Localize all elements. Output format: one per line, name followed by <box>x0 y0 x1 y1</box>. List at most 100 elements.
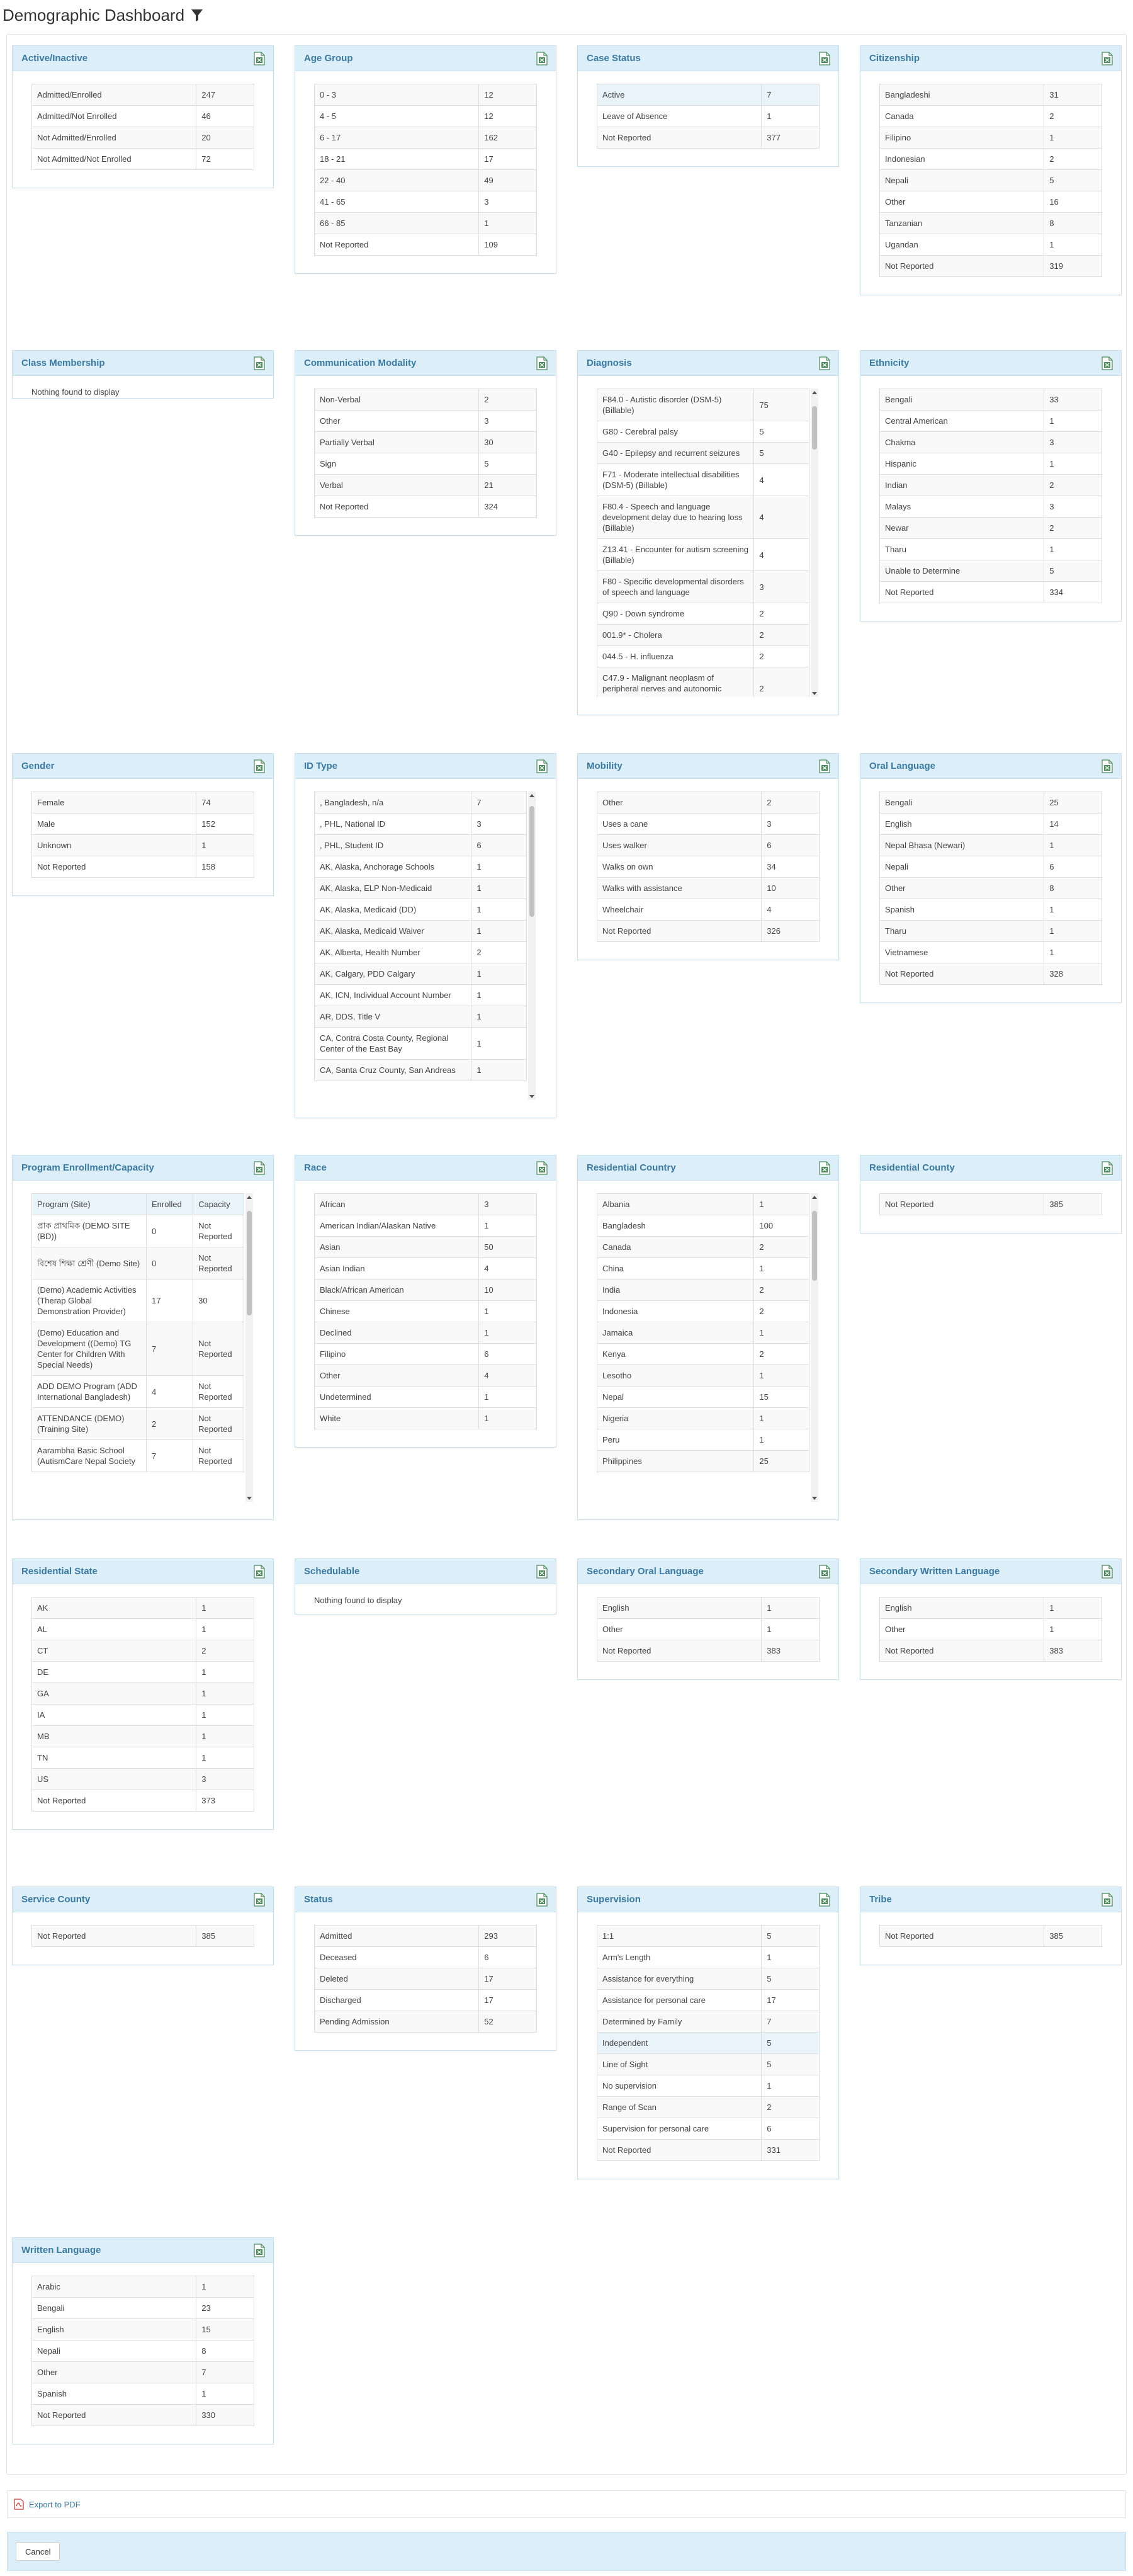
scroll-up-arrow[interactable] <box>245 1193 253 1201</box>
row-count: 17 <box>761 1989 820 2011</box>
scroll-area[interactable]: F84.0 - Autistic disorder (DSM-5) (Billa… <box>597 389 820 697</box>
scroll-down-arrow[interactable] <box>245 1494 253 1502</box>
excel-export-icon[interactable] <box>253 2243 266 2257</box>
excel-export-icon[interactable] <box>536 759 548 773</box>
scrollbar[interactable] <box>528 792 536 1100</box>
panel-residential-state: Residential State AK 1 AL 1 CT 2 DE 1 GA 1 IA 1 MB 1 TN… <box>12 1558 274 1830</box>
row-label: Other <box>596 792 762 814</box>
cancel-button[interactable]: Cancel <box>16 2542 60 2561</box>
row-count: 2 <box>761 2096 820 2118</box>
page-title-text: Demographic Dashboard <box>3 5 185 25</box>
scroll-thumb[interactable] <box>247 1210 252 1316</box>
row-count: 383 <box>761 1640 820 1662</box>
row-count: 385 <box>1044 1925 1102 1947</box>
scroll-up-arrow[interactable] <box>811 389 818 396</box>
table-row: 41 - 65 3 <box>313 191 537 213</box>
pdf-icon[interactable] <box>14 2499 24 2510</box>
excel-export-icon[interactable] <box>1101 1564 1113 1579</box>
scroll-thumb[interactable] <box>812 406 817 450</box>
row-count: 319 <box>1044 255 1102 277</box>
excel-export-icon[interactable] <box>818 356 831 370</box>
scroll-down-arrow[interactable] <box>811 1494 818 1502</box>
row-label: Not Reported <box>596 920 762 942</box>
excel-export-icon[interactable] <box>536 1564 548 1579</box>
excel-export-icon[interactable] <box>1101 51 1113 65</box>
excel-export-icon[interactable] <box>818 759 831 773</box>
excel-export-icon[interactable] <box>536 1160 548 1175</box>
table-row: Wheelchair 4 <box>596 899 820 921</box>
row-label: Active <box>596 84 762 106</box>
table-row: Bengali 25 <box>879 792 1102 814</box>
scroll-thumb[interactable] <box>529 806 534 917</box>
excel-export-icon[interactable] <box>536 51 548 65</box>
scroll-area[interactable]: , Bangladesh, n/a 7, PHL, National ID 3, P… <box>314 792 537 1100</box>
excel-export-icon[interactable] <box>1101 356 1113 370</box>
panel-body: , Bangladesh, n/a 7, PHL, National ID 3, P… <box>295 779 556 1118</box>
table-row: 66 - 85 1 <box>313 212 537 234</box>
row-label: Nepali <box>879 856 1045 878</box>
export-to-pdf-link[interactable]: Export to PDF <box>29 2500 81 2509</box>
panel-header: Residential Country <box>578 1155 838 1181</box>
row-label: Indonesia <box>597 1300 755 1322</box>
table-row: Unknown 1 <box>31 834 254 856</box>
excel-export-icon[interactable] <box>253 1160 266 1175</box>
excel-export-icon[interactable] <box>253 51 266 65</box>
row-count: 3 <box>478 191 537 213</box>
panel-body: Admitted 293 Deceased 6 Deleted 17 Discharged 1… <box>295 1912 556 2050</box>
table-cell: 0 <box>145 1247 194 1279</box>
table-cell: প্রাক প্রাথমিক (DEMO SITE (BD)) <box>31 1215 147 1247</box>
row-count: 1 <box>196 1597 254 1619</box>
excel-export-icon[interactable] <box>1101 759 1113 773</box>
excel-export-icon[interactable] <box>1101 1160 1113 1175</box>
filter-icon[interactable] <box>191 8 203 22</box>
table-row: Not Admitted/Enrolled 20 <box>31 127 254 149</box>
scroll-area[interactable]: Albania 1 Bangladesh 100 Canada 2 China 1 India 2… <box>597 1193 820 1502</box>
table-row: Not Reported 385 <box>879 1193 1102 1215</box>
table-row: Other 1 <box>879 1618 1102 1640</box>
row-count: 1 <box>761 1946 820 1968</box>
table-row: AK, ICN, Individual Account Number 1 <box>314 984 527 1006</box>
excel-export-icon[interactable] <box>253 759 266 773</box>
row-count: 17 <box>478 1968 537 1990</box>
scroll-down-arrow[interactable] <box>811 689 818 697</box>
excel-export-icon[interactable] <box>818 51 831 65</box>
row-label: 22 - 40 <box>313 169 480 191</box>
excel-export-icon[interactable] <box>253 1892 266 1907</box>
panel-header: Residential State <box>13 1559 273 1584</box>
scrollbar[interactable] <box>245 1193 253 1502</box>
scrollbar[interactable] <box>811 389 818 697</box>
row-label: AR, DDS, Title V <box>314 1006 472 1028</box>
row-label: AK, Alaska, Medicaid Waiver <box>314 920 472 942</box>
table-row: Admitted 293 <box>313 1925 537 1947</box>
scroll-up-arrow[interactable] <box>811 1193 818 1201</box>
row-count: 7 <box>471 792 527 814</box>
panel-title: Active/Inactive <box>21 53 88 64</box>
row-label: 6 - 17 <box>313 127 480 149</box>
excel-export-icon[interactable] <box>818 1160 831 1175</box>
panel-title: Citizenship <box>869 53 920 64</box>
excel-export-icon[interactable] <box>1101 1892 1113 1907</box>
excel-export-icon[interactable] <box>253 356 266 370</box>
panel-diagnosis: Diagnosis F84.0 - Autistic disorder (DSM-… <box>577 350 839 715</box>
row-label: African <box>313 1193 480 1215</box>
row-count: 2 <box>1044 517 1102 539</box>
scroll-area[interactable]: Program (Site) Enrolled Capacity প্রাক প্রা… <box>31 1193 254 1502</box>
scroll-down-arrow[interactable] <box>528 1092 536 1100</box>
data-table: , Bangladesh, n/a 7, PHL, National ID 3, P… <box>314 792 527 1081</box>
scroll-thumb[interactable] <box>812 1210 817 1281</box>
scrollbar[interactable] <box>811 1193 818 1502</box>
table-row: , PHL, Student ID 6 <box>314 834 527 856</box>
scroll-up-arrow[interactable] <box>528 792 536 799</box>
action-bar: Cancel <box>7 2532 1126 2571</box>
row-label: AK, Calgary, PDD Calgary <box>314 963 472 985</box>
row-count: 14 <box>1044 813 1102 835</box>
excel-export-icon[interactable] <box>536 1892 548 1907</box>
table-row: Not Reported 385 <box>31 1925 254 1947</box>
excel-export-icon[interactable] <box>536 356 548 370</box>
row-label: Male <box>31 813 197 835</box>
excel-export-icon[interactable] <box>818 1564 831 1579</box>
excel-export-icon[interactable] <box>253 1564 266 1579</box>
row-label: Assistance for personal care <box>596 1989 762 2011</box>
excel-export-icon[interactable] <box>818 1892 831 1907</box>
panel-header: Communication Modality <box>295 351 556 376</box>
